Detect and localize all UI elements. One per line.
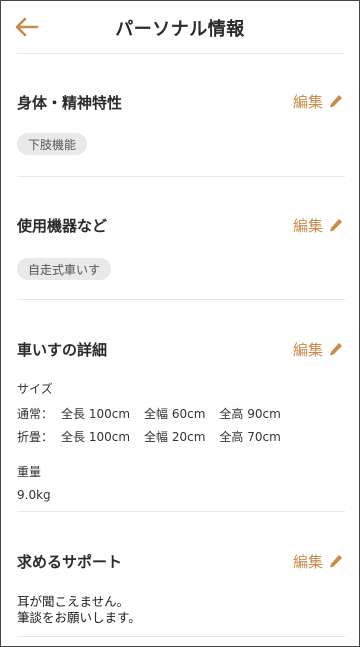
edit-label: 編集 [292,93,323,111]
section-title-physical: 身体・精神特性 [17,94,123,112]
section-title-support: 求めるサポート [17,553,123,571]
size-folded-width: 全幅 20cm [144,430,206,444]
size-label: サイズ [17,382,53,396]
support-line-1: 耳が聞こえません。 [17,594,130,609]
edit-physical-button[interactable]: 編集 [293,91,343,112]
size-normal-label: 通常： [17,407,54,421]
weight-value: 9.0kg [17,488,51,502]
section-divider [17,176,345,177]
size-folded-height: 全高 70cm [219,430,281,444]
edit-label: 編集 [292,217,323,235]
support-text: 耳が聞こえません。 筆談をお願いします。 [17,594,141,626]
section-divider [17,299,345,300]
header-divider [17,53,345,54]
edit-label: 編集 [292,341,323,359]
edit-support-button[interactable]: 編集 [293,551,343,572]
pencil-icon [330,342,342,355]
pencil-icon [330,554,342,567]
section-divider [17,511,345,512]
pencil-icon [330,218,342,231]
section-title-wheelchair: 車いすの詳細 [17,341,108,359]
edit-label: 編集 [292,553,323,571]
app-header: パーソナル情報 [1,1,359,53]
page-title: パーソナル情報 [115,19,245,40]
size-normal-height: 全高 90cm [219,407,281,421]
size-normal-row: 通常： 全長 100cm 全幅 60cm 全高 90cm [17,405,289,422]
weight-label: 重量 [17,465,42,479]
edit-wheelchair-button[interactable]: 編集 [293,339,343,360]
chip-physical: 下肢機能 [17,133,88,155]
size-folded-row: 折畳： 全長 100cm 全幅 20cm 全高 70cm [17,428,289,445]
size-folded-label: 折畳： [17,430,54,444]
section-title-equipment: 使用機器など [17,217,108,235]
chip-equipment: 自走式車いす [17,258,112,280]
edit-equipment-button[interactable]: 編集 [293,215,343,236]
section-divider [17,636,345,637]
size-normal-length: 全長 100cm [61,407,131,421]
support-line-2: 筆談をお願いします。 [17,610,141,625]
size-folded-length: 全長 100cm [61,430,131,444]
size-normal-width: 全幅 60cm [144,407,206,421]
pencil-icon [330,94,342,107]
